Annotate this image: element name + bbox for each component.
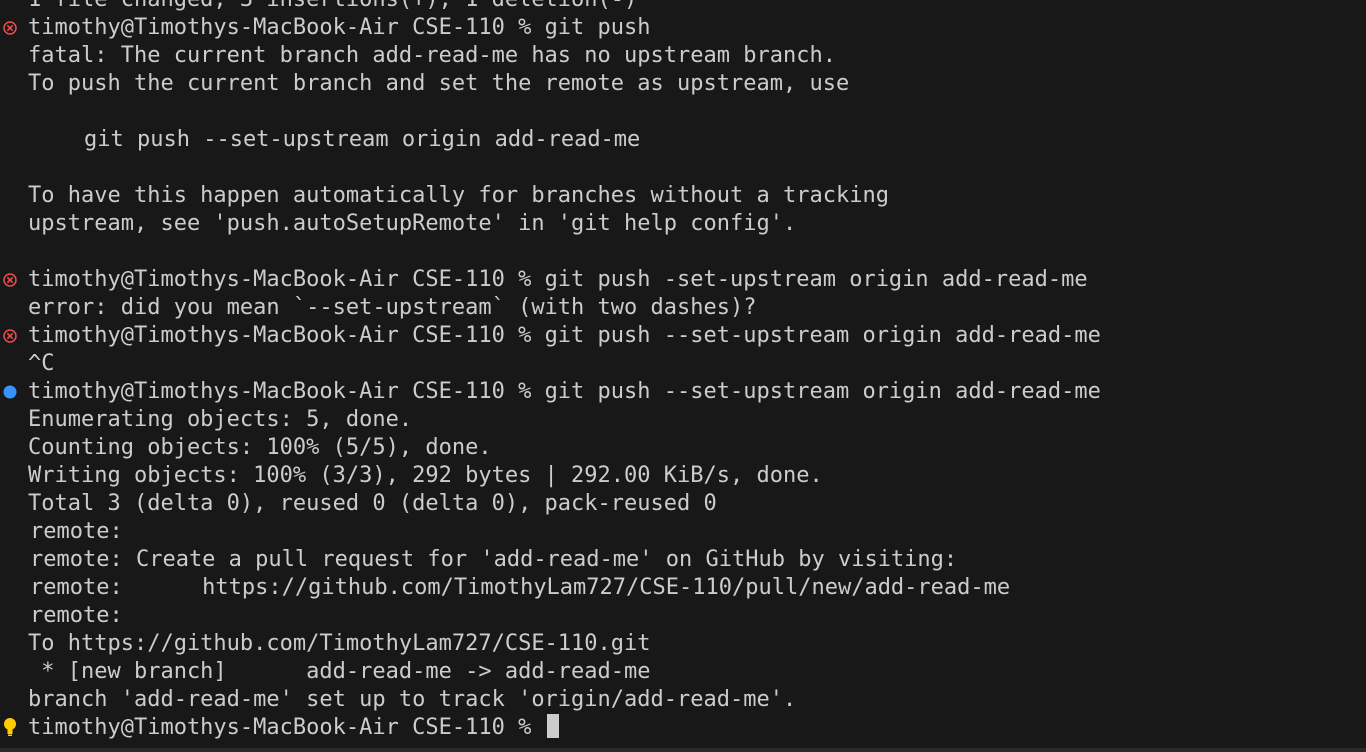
- prompt: timothy@Timothys-MacBook-Air CSE-110 %: [28, 267, 545, 292]
- success-decoration-icon[interactable]: [3, 385, 17, 399]
- terminal-line: * [new branch] add-read-me -> add-read-m…: [0, 658, 650, 686]
- terminal-command-line: timothy@Timothys-MacBook-Air CSE-110 % g…: [0, 266, 1088, 294]
- terminal-command-line: timothy@Timothys-MacBook-Air CSE-110 % g…: [0, 14, 651, 42]
- error-decoration-icon[interactable]: [3, 21, 17, 35]
- terminal-output: Total 3 (delta 0), reused 0 (delta 0), p…: [28, 491, 717, 516]
- terminal-line: ^C: [0, 350, 55, 378]
- terminal-line: error: did you mean `--set-upstream` (wi…: [0, 294, 756, 322]
- command: git push -set-upstream origin add-read-m…: [544, 267, 1088, 292]
- terminal-output: Enumerating objects: 5, done.: [28, 407, 413, 432]
- terminal-output: 1 file changed, 3 insertions(+), 1 delet…: [28, 0, 637, 14]
- prompt: timothy@Timothys-MacBook-Air CSE-110 %: [28, 323, 545, 348]
- terminal-output: To push the current branch and set the r…: [28, 71, 850, 96]
- command: git push --set-upstream origin add-read-…: [544, 379, 1101, 404]
- terminal-line: fatal: The current branch add-read-me ha…: [0, 42, 836, 70]
- terminal-output: upstream, see 'push.autoSetupRemote' in …: [28, 211, 797, 236]
- terminal-line: git push --set-upstream origin add-read-…: [0, 126, 640, 154]
- prompt: timothy@Timothys-MacBook-Air CSE-110 %: [28, 15, 545, 40]
- terminal-line: remote:: [0, 602, 123, 630]
- terminal-output: ^C: [28, 351, 55, 376]
- terminal-output: branch 'add-read-me' set up to track 'or…: [28, 687, 797, 712]
- terminal-output: remote:: [30, 603, 123, 628]
- error-decoration-icon[interactable]: [3, 329, 17, 343]
- error-decoration-icon[interactable]: [3, 273, 17, 287]
- terminal-output: Counting objects: 100% (5/5), done.: [28, 435, 492, 460]
- terminal-output: remote:: [30, 519, 123, 544]
- terminal-output: Writing objects: 100% (3/3), 292 bytes |…: [28, 463, 823, 488]
- lightbulb-icon[interactable]: [3, 717, 17, 737]
- terminal-line: Total 3 (delta 0), reused 0 (delta 0), p…: [0, 490, 717, 518]
- terminal-line: To have this happen automatically for br…: [0, 182, 889, 210]
- terminal-link[interactable]: To https://github.com/TimothyLam727/CSE-…: [28, 630, 651, 658]
- terminal-line: remote: Create a pull request for 'add-r…: [0, 546, 957, 574]
- terminal-output: fatal: The current branch add-read-me ha…: [28, 43, 836, 68]
- prompt: timothy@Timothys-MacBook-Air CSE-110 %: [28, 379, 545, 404]
- terminal-line: Writing objects: 100% (3/3), 292 bytes |…: [0, 462, 823, 490]
- terminal-command-line: timothy@Timothys-MacBook-Air CSE-110 % g…: [0, 378, 1101, 406]
- terminal-output: error: did you mean `--set-upstream` (wi…: [28, 295, 757, 320]
- terminal-line: Enumerating objects: 5, done.: [0, 406, 412, 434]
- prompt: timothy@Timothys-MacBook-Air CSE-110 %: [28, 715, 545, 740]
- panel-bottom-border: [0, 748, 1366, 752]
- command: git push --set-upstream origin add-read-…: [544, 323, 1101, 348]
- terminal-line: upstream, see 'push.autoSetupRemote' in …: [0, 210, 796, 238]
- terminal-current-prompt-line[interactable]: timothy@Timothys-MacBook-Air CSE-110 %: [0, 714, 559, 742]
- terminal-cursor: [546, 714, 559, 738]
- terminal-line: branch 'add-read-me' set up to track 'or…: [0, 686, 796, 714]
- terminal-line: remote: https://github.com/TimothyLam727…: [0, 574, 1010, 602]
- terminal-line: 1 file changed, 3 insertions(+), 1 delet…: [0, 0, 637, 14]
- terminal-output: To have this happen automatically for br…: [28, 183, 889, 208]
- terminal-line: Counting objects: 100% (5/5), done.: [0, 434, 492, 462]
- terminal-panel[interactable]: 1 file changed, 3 insertions(+), 1 delet…: [0, 0, 1366, 752]
- terminal-output: git push --set-upstream origin add-read-…: [84, 127, 641, 152]
- terminal-command-line: timothy@Timothys-MacBook-Air CSE-110 % g…: [0, 322, 1101, 350]
- terminal-link[interactable]: remote: https://github.com/TimothyLam727…: [30, 574, 1010, 602]
- terminal-line: To push the current branch and set the r…: [0, 70, 849, 98]
- terminal-line: To https://github.com/TimothyLam727/CSE-…: [0, 630, 651, 658]
- terminal-output: remote: Create a pull request for 'add-r…: [30, 547, 958, 572]
- command: git push: [544, 15, 651, 40]
- terminal-line: remote:: [0, 518, 123, 546]
- terminal-output: * [new branch] add-read-me -> add-read-m…: [28, 659, 651, 684]
